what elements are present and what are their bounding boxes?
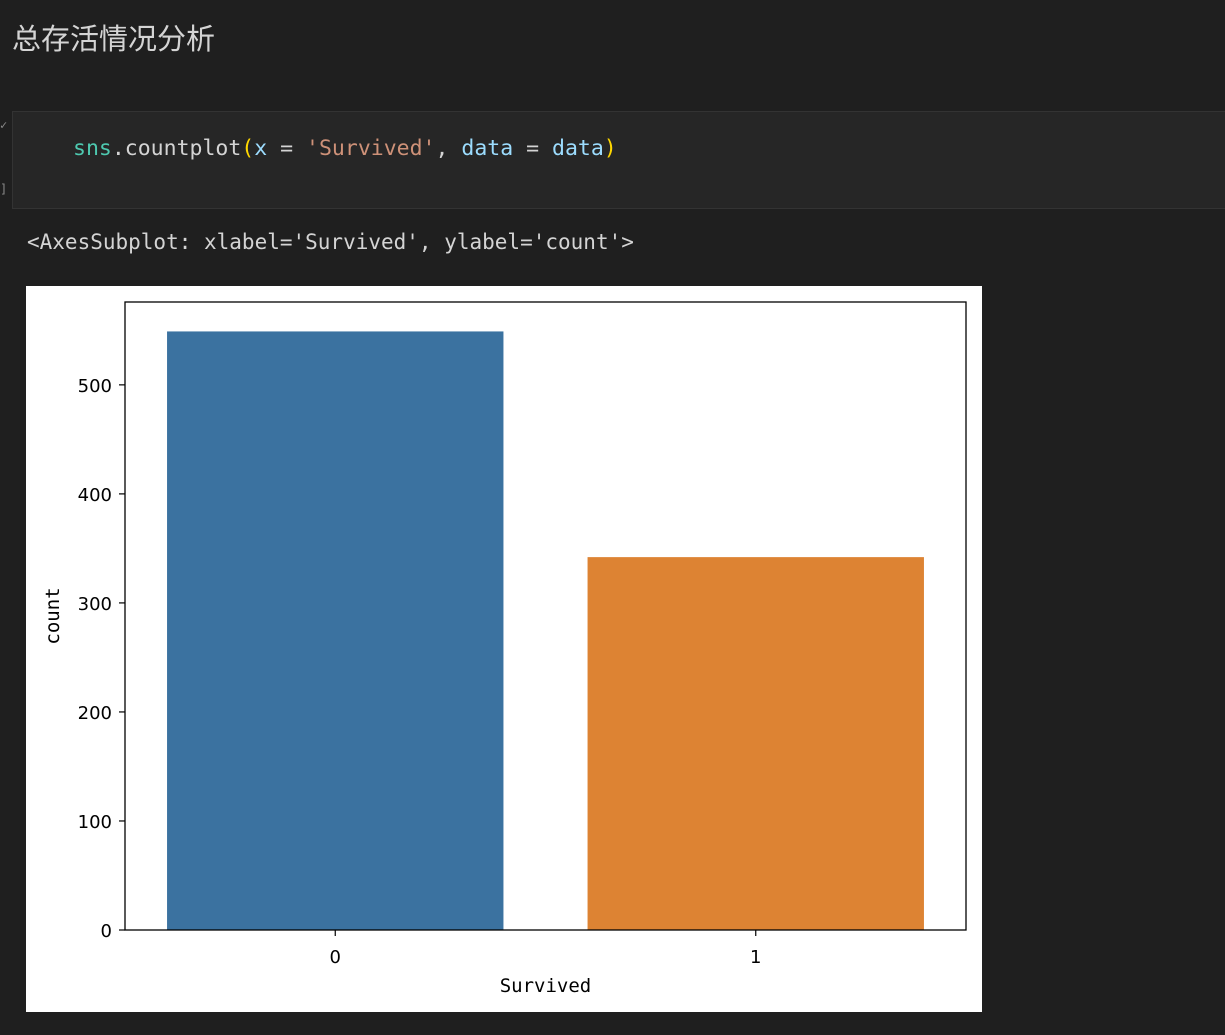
bar-0 xyxy=(167,331,504,930)
code-token-equals: = xyxy=(267,136,307,161)
x-axis-label: Survived xyxy=(500,975,592,997)
y-tick-label-300: 300 xyxy=(78,594,112,615)
code-token-function: countplot xyxy=(124,136,242,161)
cell-output-repr: <AxesSubplot: xlabel='Survived', ylabel=… xyxy=(27,230,634,254)
code-token-param-x: x xyxy=(254,136,268,161)
y-tick-label-400: 400 xyxy=(78,485,112,506)
countplot-figure: 0 100 200 300 400 500 0 1 Survived count xyxy=(26,286,982,1012)
code-token-equals: = xyxy=(513,136,553,161)
countplot-svg: 0 100 200 300 400 500 0 1 Survived count xyxy=(42,301,967,997)
y-axis-label: count xyxy=(42,587,64,644)
code-token-value-data: data xyxy=(552,136,604,161)
code-token-close-paren: ) xyxy=(603,136,617,161)
y-tick-label-100: 100 xyxy=(78,812,112,833)
cell-execution-bracket: ] xyxy=(0,182,8,196)
markdown-heading: 总存活情况分析 xyxy=(12,22,216,56)
x-tick-label-1: 1 xyxy=(750,947,761,968)
code-token-module: sns xyxy=(73,136,112,161)
code-cell[interactable]: sns.countplot(x = 'Survived', data = dat… xyxy=(12,111,1225,209)
code-token-open-paren: ( xyxy=(241,136,255,161)
y-tick-label-0: 0 xyxy=(101,921,112,942)
x-tick-label-0: 0 xyxy=(330,947,341,968)
cell-run-check-icon[interactable]: ✓ xyxy=(0,118,7,132)
code-token-dot: . xyxy=(111,136,125,161)
code-token-comma: , xyxy=(435,136,462,161)
code-token-param-data: data xyxy=(461,136,514,161)
code-token-string: 'Survived' xyxy=(306,136,436,161)
code-editor-line[interactable]: sns.countplot(x = 'Survived', data = dat… xyxy=(73,134,617,164)
y-tick-label-200: 200 xyxy=(78,703,112,724)
bar-1 xyxy=(587,557,924,930)
y-tick-label-500: 500 xyxy=(78,376,112,397)
